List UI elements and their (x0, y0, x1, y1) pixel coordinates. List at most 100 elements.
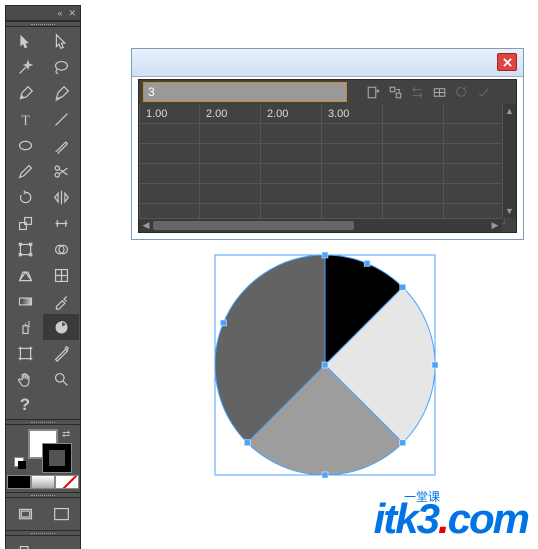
anchor-point[interactable] (364, 260, 370, 266)
swatch-none[interactable] (55, 475, 79, 489)
magic-wand-tool[interactable] (7, 54, 43, 80)
data-cell[interactable] (383, 144, 444, 164)
slice-tool[interactable] (43, 340, 79, 366)
scroll-thumb[interactable] (153, 221, 354, 230)
lasso-tool[interactable] (43, 54, 79, 80)
data-cell[interactable] (139, 144, 200, 164)
scroll-track[interactable] (503, 118, 516, 204)
anchor-point[interactable] (432, 362, 438, 368)
change-doc-button[interactable] (7, 539, 43, 549)
anchor-point[interactable] (244, 440, 250, 446)
data-cell[interactable] (322, 144, 383, 164)
type-tool[interactable]: T (7, 106, 43, 132)
default-fill-stroke-icon[interactable] (14, 457, 26, 469)
scale-tool[interactable] (7, 210, 43, 236)
anchor-point[interactable] (220, 320, 226, 326)
stroke-color-box[interactable] (42, 443, 72, 473)
hand-tool[interactable] (7, 366, 43, 392)
scroll-right-icon[interactable]: ▶ (488, 219, 502, 232)
import-data-icon[interactable] (362, 81, 384, 103)
data-cell[interactable] (261, 124, 322, 144)
data-cell[interactable] (444, 124, 505, 144)
cell-style-icon[interactable] (428, 81, 450, 103)
swap-fill-stroke-icon[interactable]: ⇄ (62, 429, 70, 440)
anchor-point[interactable] (400, 284, 406, 290)
width-tool[interactable] (43, 210, 79, 236)
data-cell[interactable] (383, 164, 444, 184)
eyedropper-tool[interactable] (43, 288, 79, 314)
pen-tool[interactable] (7, 80, 43, 106)
anchor-point[interactable] (322, 252, 328, 258)
data-cell[interactable] (261, 144, 322, 164)
rotate-tool[interactable] (7, 184, 43, 210)
mesh-tool[interactable] (43, 262, 79, 288)
data-cell[interactable] (383, 124, 444, 144)
collapse-icon[interactable]: « (57, 9, 62, 18)
horizontal-scrollbar[interactable]: ◀ ▶ (139, 218, 502, 232)
cell-input[interactable]: 3 (143, 82, 347, 102)
apply-icon[interactable] (472, 81, 494, 103)
anchor-point[interactable] (322, 362, 328, 368)
data-cell[interactable] (322, 164, 383, 184)
close-panel-icon[interactable]: ✕ (68, 9, 76, 18)
data-cell[interactable] (200, 144, 261, 164)
data-cell[interactable] (444, 184, 505, 204)
switch-xy-icon[interactable] (406, 81, 428, 103)
zoom-tool[interactable] (43, 366, 79, 392)
data-cell[interactable] (383, 184, 444, 204)
reflect-tool[interactable] (43, 184, 79, 210)
scroll-left-icon[interactable]: ◀ (139, 219, 153, 232)
anchor-point[interactable] (322, 472, 328, 478)
anchor-point[interactable] (400, 440, 406, 446)
data-cell[interactable]: 1.00 (139, 104, 200, 124)
direct-selection-tool[interactable] (43, 28, 79, 54)
line-segment-tool[interactable] (43, 106, 79, 132)
presentation-mode[interactable] (43, 501, 79, 527)
data-grid[interactable]: 1.002.002.003.00 (139, 104, 516, 224)
data-cell[interactable] (322, 184, 383, 204)
vertical-scrollbar[interactable]: ▲ ▼ (502, 104, 516, 218)
data-cell[interactable]: 2.00 (261, 104, 322, 124)
scroll-track[interactable] (153, 219, 488, 232)
pie-chart[interactable] (210, 250, 440, 480)
scissors-tool[interactable] (43, 158, 79, 184)
selection-tool[interactable] (7, 28, 43, 54)
normal-screen-mode[interactable] (7, 501, 43, 527)
revert-icon[interactable] (450, 81, 472, 103)
data-cell[interactable] (444, 104, 505, 124)
data-cell[interactable]: 3.00 (322, 104, 383, 124)
gradient-tool[interactable] (7, 288, 43, 314)
transpose-icon[interactable] (384, 81, 406, 103)
data-cell[interactable] (200, 164, 261, 184)
data-cell[interactable] (200, 124, 261, 144)
curvature-tool[interactable] (43, 80, 79, 106)
swatch-gradient[interactable] (31, 475, 55, 489)
data-cell[interactable] (444, 164, 505, 184)
artboard-tool[interactable] (7, 340, 43, 366)
free-transform-tool[interactable] (7, 236, 43, 262)
data-cell[interactable] (383, 104, 444, 124)
pie-graph-tool[interactable] (43, 314, 79, 340)
data-cell[interactable] (139, 164, 200, 184)
window-close-button[interactable] (497, 53, 517, 71)
data-cell[interactable] (139, 184, 200, 204)
perspective-grid-tool[interactable] (7, 262, 43, 288)
doc-row (6, 536, 80, 549)
ellipse-tool[interactable] (7, 132, 43, 158)
data-cell[interactable] (261, 184, 322, 204)
data-cell[interactable] (139, 124, 200, 144)
symbol-sprayer-tool[interactable] (7, 314, 43, 340)
help-tool[interactable]: ? (7, 392, 43, 418)
data-cell[interactable] (200, 184, 261, 204)
scroll-up-icon[interactable]: ▲ (503, 104, 516, 118)
shape-builder-tool[interactable] (43, 236, 79, 262)
pencil-tool[interactable] (7, 158, 43, 184)
data-cell[interactable]: 2.00 (200, 104, 261, 124)
data-cell[interactable] (444, 144, 505, 164)
swatch-color[interactable] (7, 475, 31, 489)
scroll-down-icon[interactable]: ▼ (503, 204, 516, 218)
data-cell[interactable] (261, 164, 322, 184)
window-titlebar[interactable] (132, 49, 523, 77)
data-cell[interactable] (322, 124, 383, 144)
paintbrush-tool[interactable] (43, 132, 79, 158)
